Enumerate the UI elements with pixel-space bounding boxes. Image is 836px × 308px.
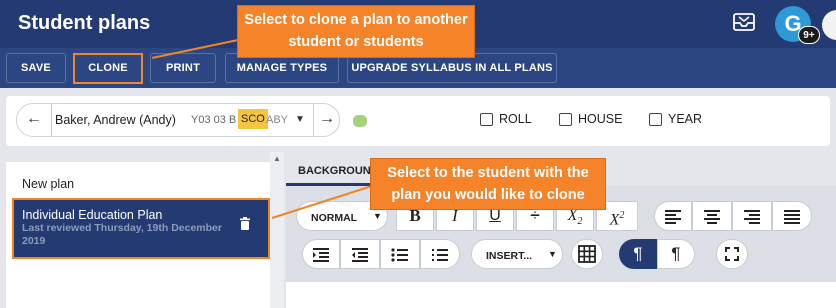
numbered-list-icon[interactable] [420,239,460,269]
student-code: Y03 03 B [191,114,237,126]
align-center-icon[interactable] [692,201,732,231]
house-label: HOUSE [578,112,623,126]
tab-background[interactable]: BACKGROUND [298,165,379,177]
table-icon[interactable] [571,239,603,269]
roll-label: ROLL [499,112,532,126]
next-student-icon[interactable]: → [319,110,335,128]
outdent-icon[interactable] [340,239,380,269]
clone-callout: Select to clone a plan to another studen… [237,5,475,58]
year-checkbox[interactable] [649,113,662,126]
insert-select-value: INSERT... [486,250,533,262]
scrollbar[interactable] [270,152,284,308]
align-right-icon[interactable] [732,201,772,231]
scroll-up-icon[interactable]: ▲ [273,154,281,163]
new-plan-link[interactable]: New plan [22,177,74,191]
house-checkbox[interactable] [559,113,572,126]
paragraph-ltr-icon[interactable]: ¶ [619,239,657,269]
indent-icon[interactable] [302,239,340,269]
notification-badge: 9+ [798,26,820,44]
user-menu-avatar[interactable] [822,10,836,40]
student-code-highlight: SCO [238,109,268,129]
print-button[interactable]: PRINT [150,53,216,83]
divider [313,104,314,136]
student-bar: ← Baker, Andrew (Andy) Y03 03 B SCO ABY … [6,96,830,146]
plan-highlight-frame [12,198,270,259]
inbox-icon[interactable] [733,13,755,31]
chevron-down-icon: ▼ [548,249,557,259]
editor-content[interactable] [286,282,836,308]
chevron-down-icon[interactable]: ▼ [295,114,305,125]
roll-checkbox[interactable] [480,113,493,126]
student-callout: Select to the student with the plan you … [370,158,606,210]
year-label: YEAR [668,112,703,126]
insert-select[interactable]: INSERT... ▼ [471,239,563,269]
clone-highlight-frame [73,53,143,84]
save-button[interactable]: SAVE [6,53,66,83]
divider [51,104,52,136]
fullscreen-icon[interactable] [716,239,748,269]
bullet-list-icon[interactable] [380,239,420,269]
student-name: Baker, Andrew (Andy) [55,113,176,127]
align-left-icon[interactable] [654,201,692,231]
status-indicator [353,115,367,127]
previous-student-icon[interactable]: ← [26,110,42,128]
format-select-value: NORMAL [311,212,358,224]
align-justify-icon[interactable] [772,201,812,231]
page-title: Student plans [18,12,151,34]
paragraph-rtl-icon[interactable]: ¶ [657,239,695,269]
student-selector[interactable]: ← Baker, Andrew (Andy) Y03 03 B SCO ABY … [16,103,340,137]
student-code-suffix: ABY [266,114,289,126]
